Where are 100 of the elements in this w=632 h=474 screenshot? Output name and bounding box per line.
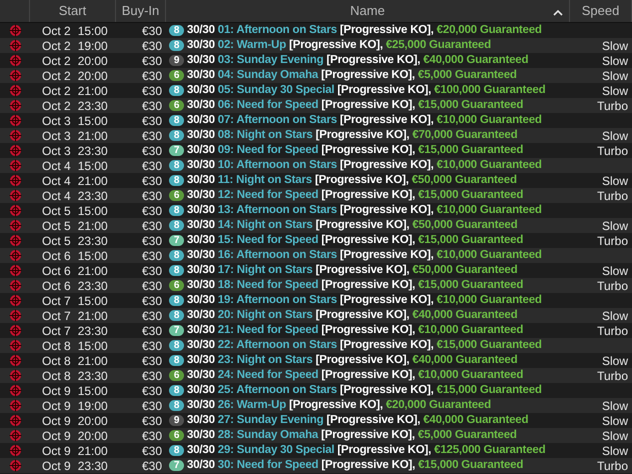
start-time: 21:00: [78, 442, 108, 460]
start-time: 20:00: [78, 412, 108, 430]
target-icon: [8, 384, 22, 397]
table-row[interactable]: Oct 3 21:00 €30 8 30/30 08: Night on Stars [Progressive KO], €70,000 Guaranteed Slow: [0, 128, 632, 143]
tournament-title: 06: Need for Speed: [218, 98, 318, 113]
target-icon: [8, 414, 22, 427]
entries-count: 30/30: [187, 98, 215, 113]
speed-cell-text: Turbo: [597, 322, 628, 340]
start-time: 21:00: [78, 128, 108, 144]
buy-in-cell-text: €30: [142, 158, 162, 174]
buy-in-cell-text: €30: [142, 322, 162, 340]
table-row[interactable]: Oct 2 23:30 €30 6 30/30 06: Need for Speed [Progressive KO], €15,000 Guaranteed Turbo: [0, 98, 632, 113]
target-icon: [8, 204, 22, 217]
player-count-badge: 8: [169, 355, 184, 366]
player-count-badge: 8: [169, 160, 184, 171]
table-row[interactable]: Oct 6 23:30 €30 6 30/30 18: Need for Speed [Progressive KO], €15,000 Guaranteed Turbo: [0, 278, 632, 293]
target-icon: [8, 99, 22, 112]
start-time: 15:00: [78, 248, 108, 264]
table-row[interactable]: Oct 7 21:00 €30 8 30/30 20: Night on Stars [Progressive KO], €40,000 Guaranteed Slow: [0, 308, 632, 323]
guarantee-amount: €50,000 Guaranteed: [412, 262, 518, 278]
player-count-badge: 7: [169, 325, 184, 336]
entries-count: 30/30: [187, 398, 215, 413]
start-date: Oct 3: [42, 128, 71, 144]
start-time: 23:30: [78, 278, 108, 294]
start-date: Oct 4: [42, 188, 71, 204]
buy-in-cell-text: €30: [142, 188, 162, 204]
start-time: 15:00: [78, 292, 108, 310]
column-header[interactable]: Name: [166, 0, 570, 22]
buy-in-cell-text: €30: [142, 398, 162, 414]
column-header[interactable]: Buy-In: [116, 0, 166, 22]
start-time: 21:00: [78, 82, 108, 100]
start-time: 19:00: [78, 38, 108, 54]
target-icon: [8, 39, 22, 52]
table-row[interactable]: Oct 9 20:00 €30 6 30/30 28: Sunday Omaha [Progressive KO], €5,000 Guaranteed Slow: [0, 428, 632, 443]
entries-count: 30/30: [187, 172, 215, 188]
entries-count: 30/30: [187, 308, 215, 323]
start-date: Oct 9: [42, 458, 71, 474]
tournament-title: 05: Sunday 30 Special: [218, 82, 334, 98]
start-date: Oct 2: [42, 68, 71, 84]
start-time: 20:00: [78, 52, 108, 70]
table-row[interactable]: Oct 8 23:30 €30 6 30/30 24: Need for Speed [Progressive KO], €10,000 Guaranteed Turbo: [0, 368, 632, 383]
target-icon: [8, 189, 22, 202]
tournament-format: [Progressive KO],: [321, 368, 416, 383]
guarantee-amount: €5,000 Guaranteed: [418, 68, 517, 83]
guarantee-amount: €15,000 Guaranteed: [418, 188, 524, 203]
table-row[interactable]: Oct 4 23:30 €30 6 30/30 12: Need for Speed [Progressive KO], €15,000 Guaranteed Turbo: [0, 188, 632, 203]
start-time: 21:00: [78, 218, 108, 234]
table-row[interactable]: Oct 4 15:00 €30 8 30/30 10: Afternoon on Stars [Progressive KO], €10,000 Guaranteed: [0, 158, 632, 173]
buy-in-cell-text: €30: [142, 442, 162, 460]
start-time: 15:00: [78, 382, 108, 400]
entries-count: 30/30: [187, 428, 215, 443]
target-icon: [8, 444, 22, 457]
guarantee-amount: €15,000 Guaranteed: [418, 98, 524, 113]
guarantee-amount: €40,000 Guaranteed: [423, 52, 528, 68]
tournament-format: [Progressive KO],: [321, 322, 416, 338]
tournament-format: [Progressive KO],: [289, 38, 383, 53]
player-count-badge: 8: [169, 25, 184, 36]
start-time: 15:00: [78, 338, 108, 354]
target-icon: [8, 69, 22, 82]
start-date: Oct 6: [42, 278, 71, 294]
table-row[interactable]: Oct 8 15:00 €30 8 30/30 22: Afternoon on Stars [Progressive KO], €15,000 Guaranteed: [0, 338, 632, 353]
table-row[interactable]: Oct 9 19:00 €30 8 30/30 26: Warm-Up [Progressive KO], €20,000 Guaranteed Slow: [0, 398, 632, 413]
table-row[interactable]: Oct 9 23:30 €30 7 30/30 30: Need for Speed [Progressive KO], €15,000 Guaranteed Turbo: [0, 458, 632, 473]
column-header[interactable]: Speed: [570, 0, 632, 22]
start-time: 23:30: [78, 188, 108, 204]
speed-cell-text: Turbo: [597, 278, 628, 294]
tournament-format: [Progressive KO],: [316, 218, 410, 233]
column-header[interactable]: Start: [30, 0, 116, 22]
speed-cell-text: Slow: [602, 398, 628, 414]
start-time: 23:30: [78, 98, 108, 114]
table-row[interactable]: Oct 6 15:00 €30 8 30/30 16: Afternoon on Stars [Progressive KO], €10,000 Guaranteed: [0, 248, 632, 263]
tournament-format: [Progressive KO],: [321, 428, 415, 443]
tournament-title: 18: Need for Speed: [218, 278, 318, 293]
entries-count: 30/30: [187, 38, 215, 53]
tournament-format: [Progressive KO],: [316, 128, 410, 143]
target-icon: [8, 339, 22, 352]
start-date: Oct 2: [42, 52, 71, 70]
table-row[interactable]: Oct 2 19:00 €30 8 30/30 02: Warm-Up [Progressive KO], €25,000 Guaranteed Slow: [0, 38, 632, 53]
player-count-badge: 8: [169, 310, 184, 321]
tournament-format: [Progressive KO],: [337, 442, 432, 458]
tournament-format: [Progressive KO],: [314, 172, 409, 188]
buy-in-cell-text: €30: [142, 218, 162, 234]
entries-count: 30/30: [187, 278, 215, 293]
guarantee-amount: €15,000 Guaranteed: [436, 382, 542, 398]
tournament-title: 26: Warm-Up: [218, 398, 286, 413]
start-date: Oct 9: [42, 428, 71, 444]
entries-count: 30/30: [187, 112, 215, 128]
table-row[interactable]: Oct 2 20:00 €30 6 30/30 04: Sunday Omaha [Progressive KO], €5,000 Guaranteed Slow: [0, 68, 632, 83]
entries-count: 30/30: [187, 248, 215, 263]
tournament-format: [Progressive KO],: [326, 412, 420, 428]
start-time: 20:00: [78, 428, 108, 444]
speed-cell-text: Slow: [602, 128, 628, 144]
buy-in-cell-text: €30: [142, 428, 162, 444]
start-date: Oct 3: [42, 142, 71, 160]
table-row[interactable]: Oct 5 21:00 €30 8 30/30 14: Night on Stars [Progressive KO], €50,000 Guaranteed Slow: [0, 218, 632, 233]
target-icon: [8, 294, 22, 307]
entries-count: 30/30: [187, 338, 215, 353]
tournament-title: 30: Need for Speed: [218, 458, 318, 473]
target-icon: [8, 264, 22, 277]
target-icon: [8, 24, 22, 37]
